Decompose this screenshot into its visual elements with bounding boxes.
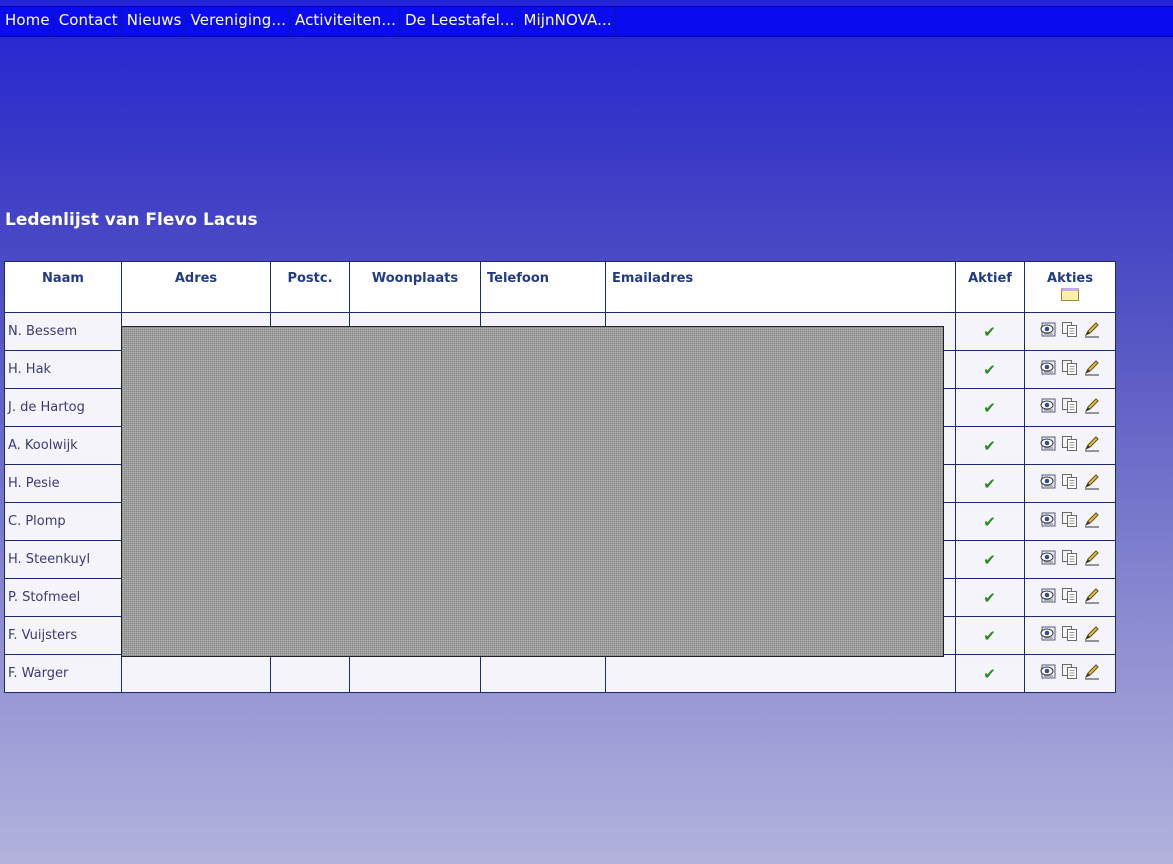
view-icon[interactable] — [1039, 549, 1057, 566]
copy-icon[interactable] — [1061, 587, 1079, 604]
member-name: C. Plomp — [4, 502, 122, 541]
column-header-emailadres: Emailadres — [605, 261, 956, 313]
nav-leestafel[interactable]: De Leestafel... — [400, 7, 519, 36]
member-actions — [1024, 312, 1116, 351]
copy-icon[interactable] — [1061, 663, 1079, 680]
redaction-overlay — [121, 326, 944, 657]
member-name: H. Steenkuyl — [4, 540, 122, 579]
view-icon[interactable] — [1039, 321, 1057, 338]
member-actions — [1024, 578, 1116, 617]
active-check-icon: ✔ — [983, 398, 996, 417]
member-actions — [1024, 350, 1116, 389]
nav-activiteiten[interactable]: Activiteiten... — [290, 7, 401, 36]
member-actions — [1024, 502, 1116, 541]
member-name: H. Pesie — [4, 464, 122, 503]
top-navigation: Home Contact Nieuws Vereniging... Activi… — [0, 6, 1173, 37]
member-phone — [480, 654, 606, 693]
copy-icon[interactable] — [1061, 511, 1079, 528]
copy-icon[interactable] — [1061, 549, 1079, 566]
edit-pencil-icon[interactable] — [1083, 435, 1101, 452]
member-name: F. Vuijsters — [4, 616, 122, 655]
page-title: Ledenlijst van Flevo Lacus — [5, 210, 258, 230]
copy-icon[interactable] — [1061, 473, 1079, 490]
copy-icon[interactable] — [1061, 625, 1079, 642]
member-name: H. Hak — [4, 350, 122, 389]
member-active: ✔ — [955, 312, 1025, 351]
member-active: ✔ — [955, 350, 1025, 389]
column-header-naam: Naam — [4, 261, 122, 313]
edit-pencil-icon[interactable] — [1083, 359, 1101, 376]
view-icon[interactable] — [1039, 397, 1057, 414]
edit-pencil-icon[interactable] — [1083, 549, 1101, 566]
edit-pencil-icon[interactable] — [1083, 587, 1101, 604]
active-check-icon: ✔ — [983, 474, 996, 493]
view-icon[interactable] — [1039, 359, 1057, 376]
member-address — [121, 654, 271, 693]
nav-nieuws[interactable]: Nieuws — [122, 7, 186, 36]
table-row: F. Warger ✔ — [4, 654, 1116, 693]
edit-pencil-icon[interactable] — [1083, 625, 1101, 642]
edit-pencil-icon[interactable] — [1083, 397, 1101, 414]
copy-icon[interactable] — [1061, 397, 1079, 414]
member-name: J. de Hartog — [4, 388, 122, 427]
active-check-icon: ✔ — [983, 550, 996, 569]
edit-pencil-icon[interactable] — [1083, 511, 1101, 528]
column-header-adres: Adres — [121, 261, 271, 313]
active-check-icon: ✔ — [983, 322, 996, 341]
column-header-akties-label: Akties — [1047, 271, 1093, 286]
member-name: N. Bessem — [4, 312, 122, 351]
active-check-icon: ✔ — [983, 626, 996, 645]
view-icon[interactable] — [1039, 663, 1057, 680]
copy-icon[interactable] — [1061, 321, 1079, 338]
column-header-woonplaats: Woonplaats — [349, 261, 481, 313]
table-header-row: Naam Adres Postc. Woonplaats Telefoon Em… — [4, 261, 1116, 313]
view-icon[interactable] — [1039, 435, 1057, 452]
folder-icon[interactable] — [1061, 288, 1079, 301]
member-email — [605, 654, 956, 693]
member-city — [349, 654, 481, 693]
edit-pencil-icon[interactable] — [1083, 321, 1101, 338]
member-actions — [1024, 616, 1116, 655]
copy-icon[interactable] — [1061, 359, 1079, 376]
view-icon[interactable] — [1039, 511, 1057, 528]
edit-pencil-icon[interactable] — [1083, 663, 1101, 680]
member-active: ✔ — [955, 616, 1025, 655]
view-icon[interactable] — [1039, 473, 1057, 490]
nav-contact[interactable]: Contact — [54, 7, 122, 36]
active-check-icon: ✔ — [983, 512, 996, 531]
member-actions — [1024, 654, 1116, 693]
column-header-aktief: Aktief — [955, 261, 1025, 313]
member-active: ✔ — [955, 540, 1025, 579]
member-active: ✔ — [955, 426, 1025, 465]
nav-mijnnova[interactable]: MijnNOVA... — [518, 7, 616, 36]
active-check-icon: ✔ — [983, 664, 996, 683]
view-icon[interactable] — [1039, 587, 1057, 604]
member-actions — [1024, 388, 1116, 427]
column-header-telefoon: Telefoon — [480, 261, 606, 313]
member-active: ✔ — [955, 388, 1025, 427]
member-actions — [1024, 540, 1116, 579]
member-active: ✔ — [955, 578, 1025, 617]
active-check-icon: ✔ — [983, 588, 996, 607]
nav-home[interactable]: Home — [0, 7, 54, 36]
member-name: P. Stofmeel — [4, 578, 122, 617]
member-postcode — [270, 654, 350, 693]
member-name: F. Warger — [4, 654, 122, 693]
active-check-icon: ✔ — [983, 360, 996, 379]
member-active: ✔ — [955, 502, 1025, 541]
nav-vereniging[interactable]: Vereniging... — [186, 7, 290, 36]
edit-pencil-icon[interactable] — [1083, 473, 1101, 490]
member-actions — [1024, 464, 1116, 503]
member-active: ✔ — [955, 654, 1025, 693]
member-name: A. Koolwijk — [4, 426, 122, 465]
column-header-akties: Akties — [1024, 261, 1116, 313]
view-icon[interactable] — [1039, 625, 1057, 642]
active-check-icon: ✔ — [983, 436, 996, 455]
member-active: ✔ — [955, 464, 1025, 503]
copy-icon[interactable] — [1061, 435, 1079, 452]
column-header-postcode: Postc. — [270, 261, 350, 313]
member-actions — [1024, 426, 1116, 465]
